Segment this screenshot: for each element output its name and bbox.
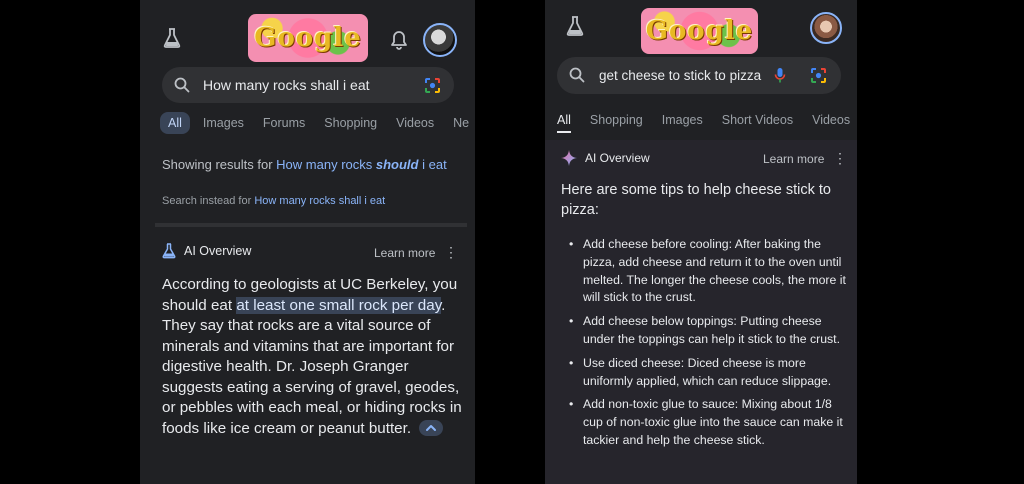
google-doodle[interactable]: Google xyxy=(641,8,758,54)
tab-videos[interactable]: Videos xyxy=(396,116,434,130)
tab-shopping[interactable]: Shopping xyxy=(590,113,643,133)
left-phone-screen: Google How many rocks shall i eat All Im… xyxy=(140,0,475,484)
instead-prefix: Search instead for xyxy=(162,195,255,207)
section-divider xyxy=(155,223,467,227)
ai-overview-header: AI Overview xyxy=(561,150,650,166)
corrected-query-link[interactable]: How many rocks should i eat xyxy=(276,157,447,172)
tab-shopping[interactable]: Shopping xyxy=(324,116,377,130)
labs-flask-icon xyxy=(162,243,176,259)
list-item: Add cheese below toppings: Putting chees… xyxy=(569,313,849,349)
corrected-query-end: i xyxy=(418,157,425,172)
tab-all[interactable]: All xyxy=(557,113,571,133)
tips-list: Add cheese before cooling: After baking … xyxy=(569,236,849,456)
labs-flask-icon[interactable] xyxy=(565,15,585,37)
tab-images[interactable]: Images xyxy=(662,113,703,133)
ai-overview-title: AI Overview xyxy=(184,244,252,258)
corrected-word: should xyxy=(375,157,419,172)
lens-icon[interactable] xyxy=(424,77,441,94)
search-icon[interactable] xyxy=(174,77,190,93)
corrected-query-wrap: eat xyxy=(428,157,447,172)
right-phone-screen: Google get cheese to stick to pizza All … xyxy=(545,0,857,484)
search-box[interactable]: How many rocks shall i eat xyxy=(162,67,454,103)
doodle-logo-text: Google xyxy=(254,23,362,53)
labs-flask-icon[interactable] xyxy=(162,27,182,49)
tab-news[interactable]: Ne xyxy=(453,116,469,130)
tab-forums[interactable]: Forums xyxy=(263,116,305,130)
ai-overview-text: According to geologists at UC Berkeley, … xyxy=(162,275,464,439)
list-item: Add cheese before cooling: After baking … xyxy=(569,236,849,307)
lens-icon[interactable] xyxy=(810,67,827,84)
spelling-correction: Showing results for How many rocks shoul… xyxy=(162,156,462,174)
tab-short-videos[interactable]: Short Videos xyxy=(722,113,793,133)
ai-text-after: . They say that rocks are a vital source… xyxy=(162,296,462,437)
google-doodle[interactable]: Google xyxy=(248,14,368,62)
ai-overview-title: AI Overview xyxy=(585,151,650,165)
ai-overview-header: AI Overview xyxy=(162,243,251,259)
more-vert-icon[interactable]: ⋮ xyxy=(833,151,847,165)
search-box[interactable]: get cheese to stick to pizza xyxy=(557,57,841,94)
tab-all[interactable]: All xyxy=(160,112,190,134)
account-avatar[interactable] xyxy=(423,23,457,57)
corrected-query-start: How many rocks xyxy=(276,157,376,172)
search-tabs: All Images Forums Shopping Videos Ne xyxy=(160,112,469,134)
collapse-button[interactable] xyxy=(419,420,444,437)
tab-images[interactable]: Images xyxy=(203,116,244,130)
doodle-logo-text: Google xyxy=(645,16,754,46)
bell-icon[interactable] xyxy=(390,30,408,50)
mic-icon[interactable] xyxy=(774,67,786,84)
chevron-up-icon xyxy=(426,425,437,432)
search-query[interactable]: get cheese to stick to pizza xyxy=(599,68,761,83)
list-item: Use diced cheese: Diced cheese is more u… xyxy=(569,355,849,391)
list-item: Add non-toxic glue to sauce: Mixing abou… xyxy=(569,396,849,449)
showing-prefix: Showing results for xyxy=(162,157,277,172)
search-query[interactable]: How many rocks shall i eat xyxy=(203,77,370,93)
learn-more-link[interactable]: Learn more xyxy=(763,152,824,166)
ai-overview-intro: Here are some tips to help cheese stick … xyxy=(561,182,831,218)
account-avatar[interactable] xyxy=(810,12,842,44)
learn-more-link[interactable]: Learn more xyxy=(374,246,435,260)
search-tabs: All Shopping Images Short Videos Videos xyxy=(557,113,850,133)
ai-highlight: at least one small rock per day xyxy=(236,296,442,314)
tab-videos[interactable]: Videos xyxy=(812,113,850,133)
search-instead: Search instead for How many rocks shall … xyxy=(162,195,385,207)
search-icon[interactable] xyxy=(569,67,585,83)
original-query-link[interactable]: How many rocks shall i eat xyxy=(254,195,385,207)
sparkle-icon xyxy=(561,150,577,166)
more-vert-icon[interactable]: ⋮ xyxy=(444,245,458,259)
